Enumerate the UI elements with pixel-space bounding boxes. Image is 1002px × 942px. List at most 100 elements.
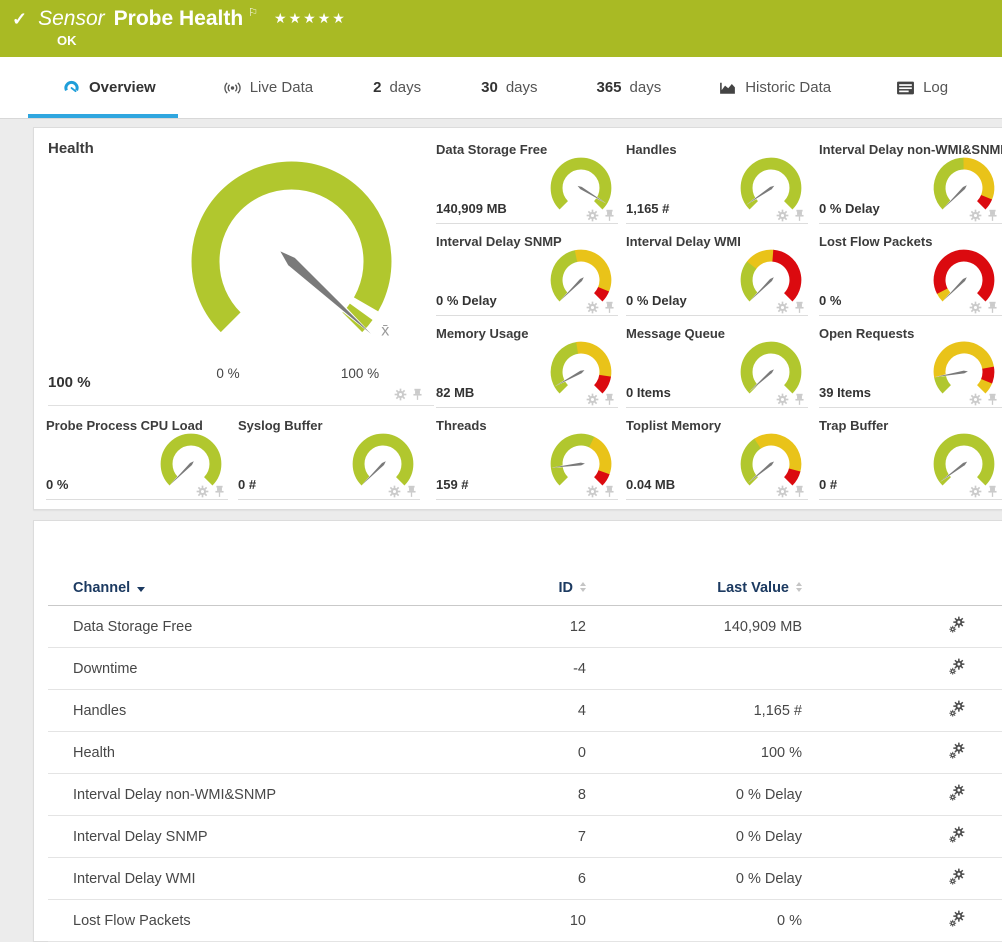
health-gauge-chart[interactable]: x̄ (184, 154, 399, 369)
pin-icon[interactable] (793, 301, 806, 314)
tab-overview[interactable]: Overview (28, 57, 178, 118)
gauge-cell-data-storage-free: Data Storage Free 140,909 MB (436, 142, 618, 224)
gear-icon[interactable] (586, 209, 599, 222)
tab-label: days (630, 79, 662, 96)
tab-2-days[interactable]: 2 days (373, 57, 421, 118)
tab-365-days[interactable]: 365 days (597, 57, 662, 118)
pin-icon[interactable] (213, 485, 226, 498)
table-row: Handles 4 1,165 # (48, 690, 1002, 732)
gauge-title: Interval Delay WMI (626, 234, 741, 249)
gauge-cell-handles: Handles 1,165 # (626, 142, 808, 224)
pin-icon[interactable] (986, 485, 999, 498)
gear-icon[interactable] (969, 209, 982, 222)
gauge-value: 39 Items (819, 385, 871, 400)
pin-icon[interactable] (405, 485, 418, 498)
gear-icon[interactable] (776, 485, 789, 498)
channel-settings-icon[interactable] (948, 742, 965, 759)
pin-icon[interactable] (986, 301, 999, 314)
pin-icon[interactable] (793, 209, 806, 222)
channel-settings-icon[interactable] (948, 616, 965, 633)
page-title: Probe Health (114, 7, 244, 31)
divider (48, 405, 434, 406)
table-row: Interval Delay WMI 6 0 % Delay (48, 858, 1002, 900)
tab-number: 2 (373, 79, 381, 96)
gauge-value: 140,909 MB (436, 201, 507, 216)
gauge-title: Lost Flow Packets (819, 234, 932, 249)
gauge-cell-message-queue: Message Queue 0 Items (626, 326, 808, 408)
pin-icon[interactable] (793, 485, 806, 498)
log-icon (896, 80, 915, 96)
channel-name: Handles (73, 703, 126, 719)
gear-icon[interactable] (776, 209, 789, 222)
gauge-cell-toplist-memory: Toplist Memory 0.04 MB (626, 418, 808, 500)
gauge-cell-lost-flow-packets: Lost Flow Packets 0 % (819, 234, 1002, 316)
gauge-value: 0 % Delay (436, 293, 497, 308)
table-row: Lost Flow Packets 10 0 % (48, 900, 1002, 942)
gear-icon[interactable] (969, 301, 982, 314)
tab-historic-data[interactable]: Historic Data (718, 57, 831, 118)
column-header-channel[interactable]: Channel (48, 580, 453, 596)
sort-icon (580, 582, 586, 592)
sensor-header: ✓ Sensor Probe Health ⚐ ★★★★★ OK (0, 0, 1002, 57)
tab-log[interactable]: Log (896, 57, 948, 118)
pin-icon[interactable] (411, 388, 424, 401)
gear-icon[interactable] (586, 393, 599, 406)
gauge-title: Syslog Buffer (238, 418, 323, 433)
gauge-title: Open Requests (819, 326, 914, 341)
gauge-value: 0 Items (626, 385, 671, 400)
gauge-cell-syslog-buffer: Syslog Buffer 0 # (238, 418, 420, 500)
channel-name: Data Storage Free (73, 619, 192, 635)
gauge-title: Message Queue (626, 326, 725, 341)
pin-icon[interactable] (793, 393, 806, 406)
gauge-cell-memory-usage: Memory Usage 82 MB (436, 326, 618, 408)
channel-name: Downtime (73, 661, 137, 677)
channel-settings-icon[interactable] (948, 784, 965, 801)
tab-label: days (389, 79, 421, 96)
channel-settings-icon[interactable] (948, 910, 965, 927)
channel-name: Interval Delay SNMP (73, 829, 208, 845)
pin-icon[interactable] (603, 209, 616, 222)
gear-icon[interactable] (776, 393, 789, 406)
gear-icon[interactable] (586, 485, 599, 498)
channel-id: -4 (573, 661, 586, 677)
column-label: Last Value (717, 580, 789, 596)
pin-icon[interactable] (603, 301, 616, 314)
gauge-value: 0 % Delay (626, 293, 687, 308)
pin-icon[interactable] (986, 209, 999, 222)
channel-name: Interval Delay non-WMI&SNMP (73, 787, 276, 803)
column-header-last-value[interactable]: Last Value (586, 580, 802, 596)
gear-icon[interactable] (394, 388, 407, 401)
gauges-panel: Health x̄ 0 % 100 % 100 % Data Storage F… (33, 127, 1002, 510)
gear-icon[interactable] (969, 485, 982, 498)
gauge-value: 82 MB (436, 385, 474, 400)
gauge-cell-trap-buffer: Trap Buffer 0 # (819, 418, 1002, 500)
tab-label: Live Data (250, 79, 313, 96)
gauge-cell-threads: Threads 159 # (436, 418, 618, 500)
priority-stars[interactable]: ★★★★★ (274, 10, 347, 27)
pin-icon[interactable] (986, 393, 999, 406)
live-data-icon (223, 80, 242, 96)
channel-settings-icon[interactable] (948, 700, 965, 717)
tab-bar: Overview Live Data 2 days 30 days 365 da… (0, 57, 1002, 119)
tab-live-data[interactable]: Live Data (223, 57, 313, 118)
channel-last-value: 0 % Delay (736, 829, 802, 845)
gear-icon[interactable] (196, 485, 209, 498)
gauge-value: 0.04 MB (626, 477, 675, 492)
channel-id: 8 (578, 787, 586, 803)
pin-icon[interactable] (603, 485, 616, 498)
gear-icon[interactable] (776, 301, 789, 314)
tab-30-days[interactable]: 30 days (481, 57, 537, 118)
table-header: Channel ID Last Value (48, 571, 1002, 606)
pin-icon[interactable] (603, 393, 616, 406)
gear-icon[interactable] (586, 301, 599, 314)
channel-settings-icon[interactable] (948, 868, 965, 885)
gear-icon[interactable] (388, 485, 401, 498)
channel-settings-icon[interactable] (948, 658, 965, 675)
column-header-id[interactable]: ID (453, 580, 586, 596)
channel-settings-icon[interactable] (948, 826, 965, 843)
channel-id: 12 (570, 619, 586, 635)
tab-label: Overview (89, 79, 156, 96)
sort-desc-icon (137, 587, 145, 592)
channel-last-value: 100 % (761, 745, 802, 761)
gear-icon[interactable] (969, 393, 982, 406)
